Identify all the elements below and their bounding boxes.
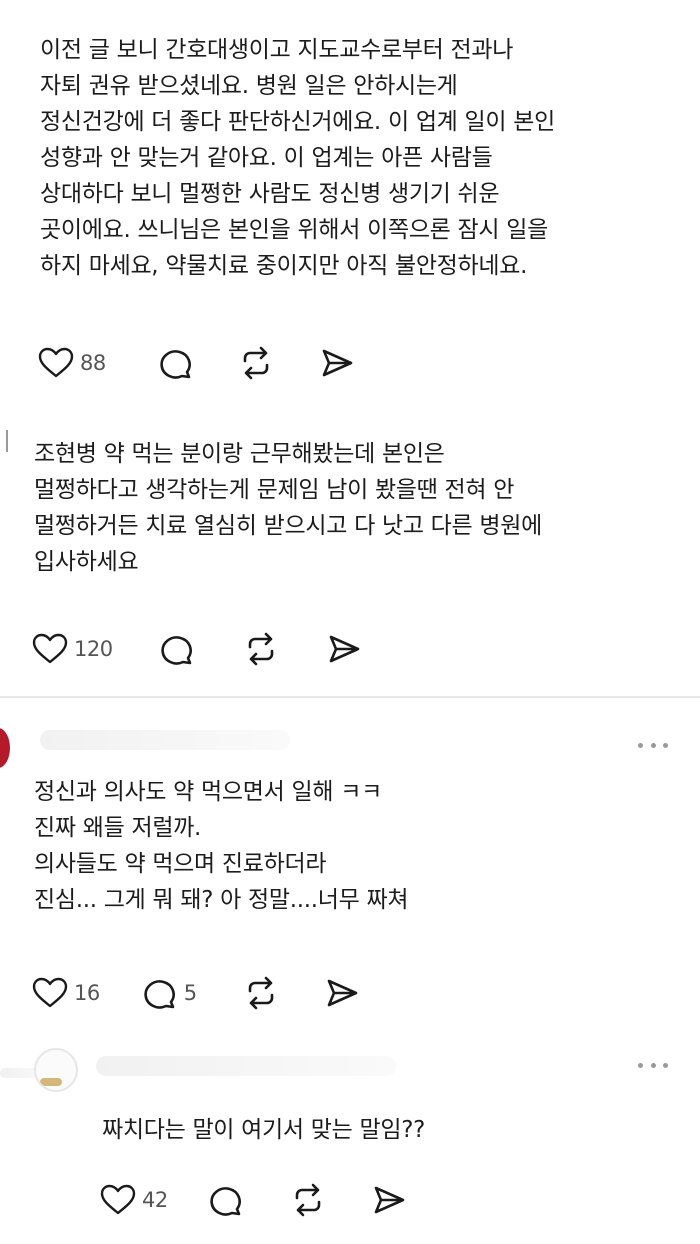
repost-button[interactable]: [243, 632, 279, 666]
heart-icon: [32, 633, 68, 664]
post-text: 조현병 약 먹는 분이랑 근무해봤는데 본인은 멀쩡하다고 생각하는게 문제임 …: [34, 436, 542, 580]
dot-icon: [650, 742, 656, 748]
reply-count: 5: [183, 981, 197, 1005]
dot-icon: [663, 742, 668, 748]
repost-icon: [295, 1183, 321, 1217]
post-line: 진짜 왜들 저럴까.: [34, 815, 202, 841]
reply-button[interactable]: 5: [142, 976, 197, 1010]
comment-icon: [160, 636, 192, 665]
post-line: 멀쩡하다고 생각하는게 문제임 남이 봤을땐 전혀 안: [34, 477, 515, 503]
send-icon: [327, 979, 357, 1007]
share-button[interactable]: [327, 632, 361, 666]
post-line: 정신건강에 더 좋다 판단하신거에요. 이 업계 일이 본인: [40, 109, 556, 135]
post-text: 이전 글 보니 간호대생이고 지도교수로부터 전과나 자퇴 권유 받으셨네요. …: [40, 32, 555, 284]
more-options-button[interactable]: [638, 1058, 668, 1072]
like-count: 120: [74, 637, 113, 661]
like-button[interactable]: 16: [32, 977, 100, 1009]
like-count: 42: [142, 1188, 168, 1212]
share-button[interactable]: [320, 346, 354, 380]
post-1: 이전 글 보니 간호대생이고 지도교수로부터 전과나 자퇴 권유 받으셨네요. …: [0, 0, 700, 400]
post-line: 곳이에요. 쓰니님은 본인을 위해서 이쪽으론 잠시 일을: [40, 217, 548, 243]
post-line: 입사하세요: [34, 549, 139, 575]
comment-icon: [144, 980, 175, 1009]
repost-icon: [248, 976, 273, 1010]
post-line: 상대하다 보니 멀쩡한 사람도 정신병 생기기 쉬운: [40, 181, 500, 207]
heart-icon: [32, 977, 68, 1008]
post-4: 짜치다는 말이 여기서 맞는 말임?? 42: [0, 1038, 700, 1244]
post-text: 짜치다는 말이 여기서 맞는 말임??: [102, 1112, 425, 1148]
author-name-blurred: [40, 730, 290, 750]
post-line: 조현병 약 먹는 분이랑 근무해봤는데 본인은: [34, 441, 445, 467]
heart-icon: [38, 347, 74, 378]
action-bar: 42: [100, 1180, 406, 1220]
comment-icon: [160, 350, 191, 379]
post-line: 이전 글 보니 간호대생이고 지도교수로부터 전과나: [40, 37, 514, 63]
more-options-button[interactable]: [638, 738, 668, 752]
avatar[interactable]: [0, 728, 10, 768]
like-count: 16: [74, 981, 100, 1005]
share-button[interactable]: [372, 1183, 406, 1217]
post-2: 조현병 약 먹는 분이랑 근무해봤는데 본인은 멀쩡하다고 생각하는게 문제임 …: [0, 400, 700, 696]
like-button[interactable]: 120: [32, 633, 113, 665]
send-icon: [322, 349, 353, 377]
like-count: 88: [80, 351, 106, 375]
avatar-image: [40, 1078, 62, 1086]
action-bar: 88: [38, 343, 354, 383]
author-name-blurred: [96, 1056, 396, 1076]
post-line: 짜치다는 말이 여기서 맞는 말임??: [102, 1117, 426, 1143]
dot-icon: [638, 742, 643, 748]
dot-icon: [663, 1062, 668, 1068]
dot-icon: [650, 1062, 656, 1068]
post-line: 정신과 의사도 약 먹으면서 일해 ㅋㅋ: [34, 779, 382, 805]
repost-icon: [248, 632, 273, 666]
post-line: 의사들도 약 먹으며 진료하더라: [34, 851, 327, 877]
dot-icon: [638, 1062, 643, 1068]
post-line: 자퇴 권유 받으셨네요. 병원 일은 안하시는게: [40, 73, 458, 99]
post-text: 정신과 의사도 약 먹으면서 일해 ㅋㅋ 진짜 왜들 저럴까. 의사들도 약 먹…: [34, 774, 409, 918]
thread-marker: [6, 430, 8, 452]
reply-button[interactable]: [208, 1183, 244, 1217]
comment-icon: [210, 1187, 241, 1216]
heart-icon: [100, 1184, 136, 1215]
repost-button[interactable]: [238, 346, 274, 380]
repost-icon: [243, 346, 269, 380]
post-3: 정신과 의사도 약 먹으면서 일해 ㅋㅋ 진짜 왜들 저럴까. 의사들도 약 먹…: [0, 698, 700, 1038]
action-bar: 120: [32, 629, 361, 669]
action-bar: 16 5: [32, 973, 359, 1013]
repost-button[interactable]: [243, 976, 279, 1010]
send-icon: [374, 1186, 405, 1214]
post-line: 멀쩡하거든 치료 열심히 받으시고 다 낫고 다른 병원에: [34, 513, 542, 539]
post-line: 하지 마세요, 약물치료 중이지만 아직 불안정하네요.: [40, 253, 528, 279]
reply-button[interactable]: [159, 632, 195, 666]
repost-button[interactable]: [290, 1183, 326, 1217]
avatar[interactable]: [34, 1048, 78, 1092]
reply-button[interactable]: [158, 346, 194, 380]
like-button[interactable]: 88: [38, 347, 106, 379]
like-button[interactable]: 42: [100, 1184, 168, 1216]
send-icon: [329, 635, 359, 663]
post-line: 성향과 안 맞는거 같아요. 이 업계는 아픈 사람들: [40, 145, 493, 171]
share-button[interactable]: [325, 976, 359, 1010]
post-line: 진심... 그게 뭐 돼? 아 정말....너무 짜쳐: [34, 887, 409, 913]
